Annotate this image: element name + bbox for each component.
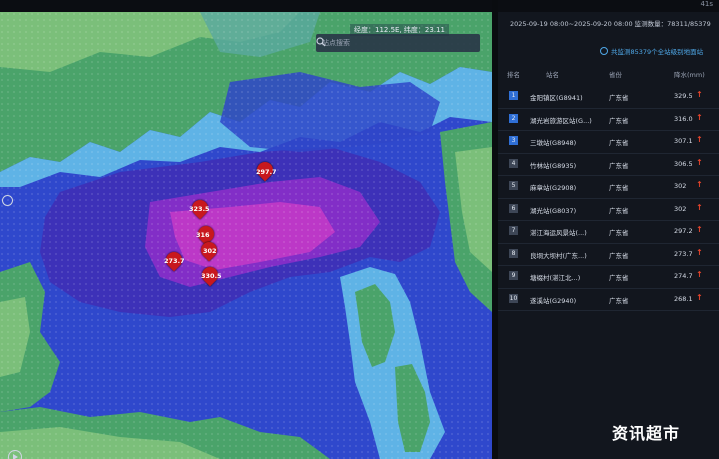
marker-label: 323.5: [189, 205, 210, 213]
watermark: 资讯超市: [612, 424, 681, 443]
rank-badge: 5: [509, 181, 518, 190]
province: 广东省: [609, 296, 629, 305]
marker-label: 273.7: [164, 257, 185, 265]
up-arrow-icon: ↑: [696, 180, 703, 189]
header-rank: 排名: [507, 71, 520, 79]
station-count: 共监测85379个全站级别地面站: [600, 46, 703, 56]
search-placeholder: 站点搜索: [322, 39, 350, 47]
rainfall-map[interactable]: 经度：112.5E, 纬度：23.11 站点搜索 297.7 323.5 316…: [0, 12, 492, 459]
province: 广东省: [609, 139, 629, 147]
header-station: 站名: [546, 71, 559, 79]
up-arrow-icon: ↑: [696, 202, 703, 212]
up-arrow-icon: ↑: [696, 270, 703, 279]
marker-label: 330.5: [201, 272, 222, 280]
table-row[interactable]: 1 金阳镇区(G8941) 广东省 329.5 ↑: [498, 86, 719, 109]
rain-value: 316.0: [674, 114, 693, 123]
table-header: 排名 站名 省份 降水(mm): [498, 66, 719, 82]
rank-badge: 2: [509, 113, 518, 123]
up-arrow-icon: ↑: [696, 247, 703, 257]
table-row[interactable]: 6 湖光站(G8037) 广东省 302 ↑: [498, 199, 719, 221]
station-name: 湖光站(G8037): [530, 206, 577, 215]
province: 广东省: [609, 94, 629, 102]
ranking-panel: 2025-09-19 08:00~2025-09-20 08:00 监测数量：7…: [498, 12, 719, 459]
table-row[interactable]: 4 竹林站(G8935) 广东省 306.5 ↑: [498, 154, 719, 176]
table-row[interactable]: 5 麻章站(G2908) 广东省 302 ↑: [498, 176, 719, 199]
station-name: 良垌大坝村(广东...): [530, 251, 587, 260]
rank-badge: 4: [509, 158, 518, 168]
station-search[interactable]: 站点搜索: [316, 34, 480, 52]
search-icon[interactable]: [316, 37, 326, 47]
province: 广东省: [609, 251, 629, 260]
info-icon: [600, 47, 608, 55]
rank-badge: 7: [509, 226, 518, 235]
table-row[interactable]: 2 湖光岩旅游区站(G...) 广东省 316.0 ↑: [498, 109, 719, 131]
province: 广东省: [609, 206, 629, 215]
up-arrow-icon: ↑: [696, 292, 703, 302]
rain-value: 307.1: [674, 137, 693, 145]
station-name: 遂溪站(G2940): [530, 296, 577, 305]
province: 广东省: [609, 116, 629, 125]
rank-badge: 1: [509, 91, 518, 100]
rainfall-map-canvas: [0, 12, 492, 459]
date-range: 2025-09-19 08:00~2025-09-20 08:00 监测数量：7…: [510, 20, 711, 28]
station-name: 湖光岩旅游区站(G...): [530, 116, 592, 125]
rain-value: 302: [674, 182, 687, 190]
rain-value: 306.5: [674, 159, 693, 168]
table-row[interactable]: 9 塘缀村(湛江北...) 广东省 274.7 ↑: [498, 266, 719, 289]
province: 广东省: [609, 184, 629, 192]
rank-badge: 10: [509, 293, 518, 303]
station-name: 湛江海运风景站(...): [530, 229, 587, 237]
up-arrow-icon: ↑: [696, 135, 703, 144]
up-arrow-icon: ↑: [696, 157, 703, 167]
rank-badge: 6: [509, 203, 518, 213]
header-value[interactable]: 降水(mm): [674, 69, 705, 79]
rain-value: 273.7: [674, 249, 693, 258]
station-name: 竹林站(G8935): [530, 161, 577, 170]
table-row[interactable]: 7 湛江海运风景站(...) 广东省 297.2 ↑: [498, 221, 719, 244]
rain-value: 297.2: [674, 227, 693, 235]
province: 广东省: [609, 161, 629, 170]
top-right-text: 41s: [700, 0, 713, 8]
station-name: 金阳镇区(G8941): [530, 94, 583, 102]
province: 广东省: [609, 229, 629, 237]
marker-label: 316: [196, 231, 210, 239]
marker-label: 297.7: [256, 168, 277, 176]
table-row[interactable]: 3 三墩站(G8948) 广东省 307.1 ↑: [498, 131, 719, 154]
rain-value: 274.7: [674, 272, 693, 280]
up-arrow-icon: ↑: [696, 225, 703, 234]
station-name: 麻章站(G2908): [530, 184, 577, 192]
marker-label: 302: [203, 247, 217, 255]
play-icon[interactable]: [8, 450, 22, 459]
rain-value: 302: [674, 204, 687, 213]
rank-badge: 9: [509, 271, 518, 280]
station-name: 塘缀村(湛江北...): [530, 274, 581, 282]
table-row[interactable]: 10 遂溪站(G2940) 广东省 268.1 ↑: [498, 289, 719, 311]
rain-value: 329.5: [674, 92, 693, 100]
table-row[interactable]: 8 良垌大坝村(广东...) 广东省 273.7 ↑: [498, 244, 719, 266]
province: 广东省: [609, 274, 629, 282]
up-arrow-icon: ↑: [696, 90, 703, 99]
rank-badge: 3: [509, 136, 518, 145]
station-name: 三墩站(G8948): [530, 139, 577, 147]
rain-value: 268.1: [674, 294, 693, 303]
station-count-text: 共监测85379个全站级别地面站: [611, 48, 704, 56]
rank-badge: 8: [509, 248, 518, 258]
header-province: 省份: [609, 71, 622, 79]
top-strip: 41s: [0, 0, 719, 12]
up-arrow-icon: ↑: [696, 112, 703, 122]
ranking-table: 1 金阳镇区(G8941) 广东省 329.5 ↑ 2 湖光岩旅游区站(G...…: [498, 86, 719, 311]
side-toggle-icon[interactable]: [2, 195, 13, 206]
